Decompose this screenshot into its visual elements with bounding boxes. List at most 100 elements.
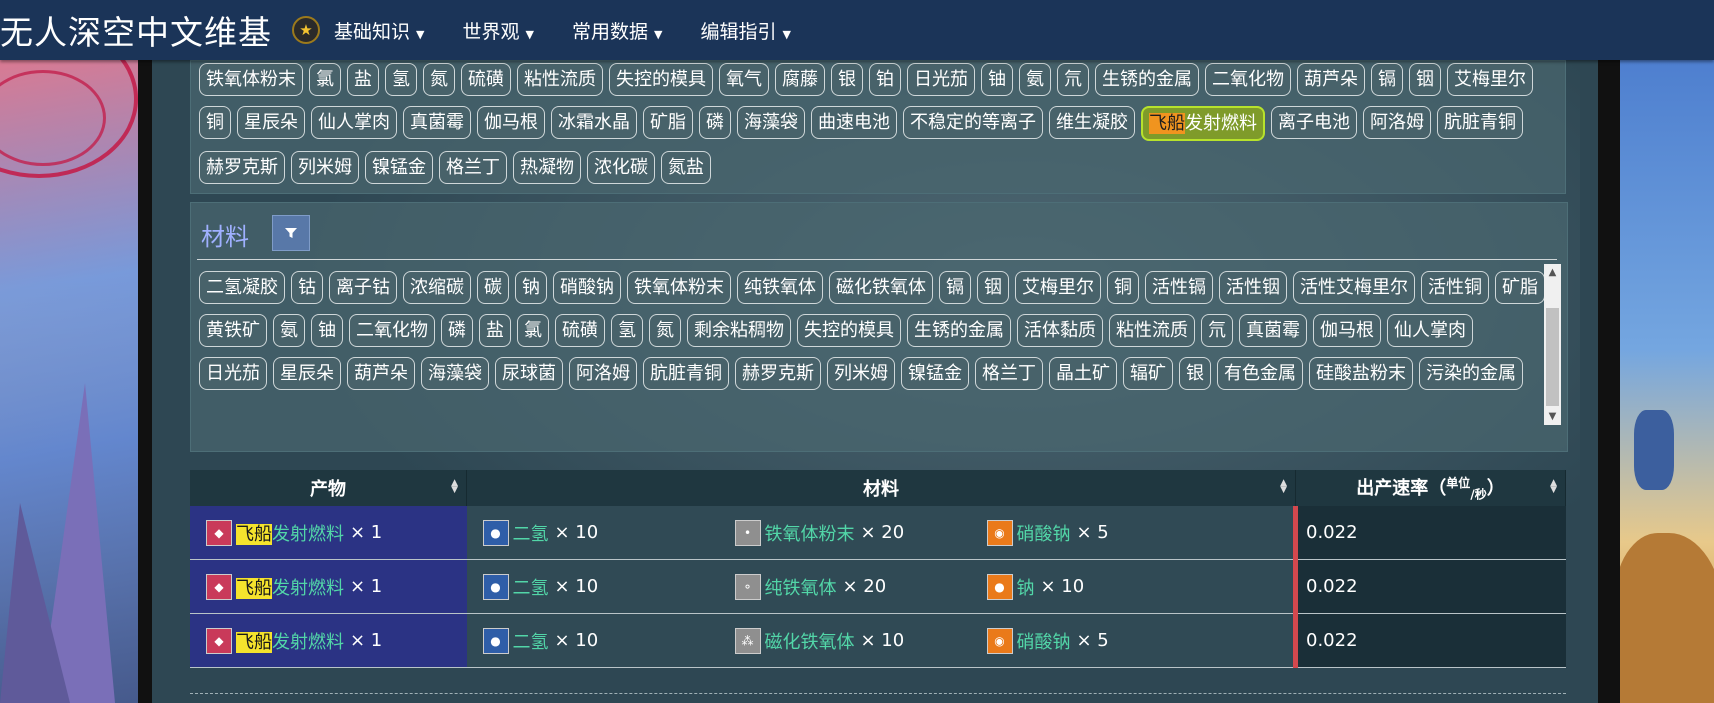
filter-tag[interactable]: 磷	[699, 106, 731, 139]
filter-tag[interactable]: 二氧化物	[349, 314, 435, 347]
filter-tag[interactable]: 格兰丁	[439, 151, 507, 184]
filter-tag[interactable]: 硫磺	[555, 314, 605, 347]
filter-tag[interactable]: 星辰朵	[273, 357, 341, 390]
material-item[interactable]: ⁂ 磁化铁氧体 × 10	[734, 627, 987, 654]
filter-tag[interactable]: 纯铁氧体	[737, 271, 823, 304]
site-title[interactable]: 无人深空中文维基	[0, 6, 272, 54]
filter-tag[interactable]: 氨	[1019, 63, 1051, 96]
filter-tag[interactable]: 仙人掌肉	[311, 106, 397, 139]
filter-tag[interactable]: 维生凝胶	[1049, 106, 1135, 139]
filter-tag[interactable]: 腐藤	[775, 63, 825, 96]
filter-tag[interactable]: 日光茄	[907, 63, 975, 96]
filter-tag[interactable]: 活性铜	[1421, 271, 1489, 304]
filter-tag[interactable]: 二氢凝胶	[199, 271, 285, 304]
filter-tag[interactable]: 艾梅里尔	[1447, 63, 1533, 96]
filter-tag[interactable]: 氮	[649, 314, 681, 347]
filter-tag[interactable]: 镉	[939, 271, 971, 304]
filter-tag[interactable]: 氨	[273, 314, 305, 347]
filter-tag[interactable]: 赫罗克斯	[735, 357, 821, 390]
filter-tag[interactable]: 赫罗克斯	[199, 151, 285, 184]
filter-tag[interactable]: 活体黏质	[1017, 314, 1103, 347]
filter-tag[interactable]: 艾梅里尔	[1015, 271, 1101, 304]
filter-tag[interactable]: 浓缩碳	[403, 271, 471, 304]
filter-tag[interactable]: 硝酸钠	[553, 271, 621, 304]
filter-tag[interactable]: 伽马根	[1313, 314, 1381, 347]
material-link[interactable]: 硝酸钠	[1017, 520, 1071, 546]
filter-tag[interactable]: 海藻袋	[421, 357, 489, 390]
filter-tag[interactable]: 铜	[1107, 271, 1139, 304]
product-item[interactable]: ◆ 飞船发射燃料 × 1	[206, 519, 382, 546]
filter-tag[interactable]: 肮脏青铜	[1437, 106, 1523, 139]
filter-tag[interactable]: 铜	[199, 106, 231, 139]
nav-worldview[interactable]: 世界观 ▼	[462, 17, 533, 44]
filter-tag[interactable]: 矿脂	[643, 106, 693, 139]
filter-tag[interactable]: 浓化碳	[587, 151, 655, 184]
filter-tag[interactable]: 阿洛姆	[569, 357, 637, 390]
filter-tag[interactable]: 活性艾梅里尔	[1293, 271, 1415, 304]
material-item[interactable]: ◉ 硝酸钠 × 5	[986, 519, 1217, 546]
filter-tag[interactable]: 离子钴	[329, 271, 397, 304]
filter-tag[interactable]: 氢	[611, 314, 643, 347]
filter-tag[interactable]: 剩余粘稠物	[687, 314, 791, 347]
material-link[interactable]: 铁氧体粉末	[765, 520, 855, 546]
filter-tag[interactable]: 离子电池	[1271, 106, 1357, 139]
filter-tag[interactable]: 海藻袋	[737, 106, 805, 139]
filter-tag[interactable]: 磁化铁氧体	[829, 271, 933, 304]
filter-tag[interactable]: 氘	[1057, 63, 1089, 96]
filter-tag[interactable]: 生锈的金属	[907, 314, 1011, 347]
filter-tag[interactable]: 黄铁矿	[199, 314, 267, 347]
filter-tag[interactable]: 不稳定的等离子	[903, 106, 1043, 139]
filter-tag[interactable]: 冰霜水晶	[551, 106, 637, 139]
filter-tag[interactable]: 镉	[1371, 63, 1403, 96]
material-link[interactable]: 二氢	[513, 574, 549, 600]
filter-tag-selected[interactable]: 飞船发射燃料	[1141, 106, 1265, 141]
material-item[interactable]: ● 二氢 × 10	[482, 627, 735, 654]
material-item[interactable]: • 铁氧体粉末 × 20	[734, 519, 987, 546]
sort-icon[interactable]: ▲ ▼	[451, 479, 458, 495]
materials-scrollbar[interactable]: ▲ ▼	[1544, 264, 1561, 425]
sort-icon[interactable]: ▲ ▼	[1550, 479, 1557, 495]
material-link[interactable]: 磁化铁氧体	[765, 628, 855, 654]
filter-tag[interactable]: 矿脂	[1495, 271, 1545, 304]
material-link[interactable]: 纯铁氧体	[765, 574, 837, 600]
nav-common-data[interactable]: 常用数据 ▼	[572, 17, 662, 44]
filter-tag[interactable]: 镍锰金	[365, 151, 433, 184]
product-item[interactable]: ◆ 飞船发射燃料 × 1	[206, 627, 382, 654]
filter-tag[interactable]: 铀	[981, 63, 1013, 96]
filter-tag[interactable]: 有色金属	[1217, 357, 1303, 390]
material-item[interactable]: ● 二氢 × 10	[482, 573, 735, 600]
filter-tag[interactable]: 铀	[311, 314, 343, 347]
filter-tag[interactable]: 氯	[517, 314, 549, 347]
header-product[interactable]: 产物 ▲ ▼	[190, 470, 467, 506]
filter-tag[interactable]: 磷	[441, 314, 473, 347]
filter-tag[interactable]: 葫芦朵	[1297, 63, 1365, 96]
product-link[interactable]: 飞船发射燃料	[236, 520, 344, 546]
filter-tag[interactable]: 生锈的金属	[1095, 63, 1199, 96]
filter-tag[interactable]: 曲速电池	[811, 106, 897, 139]
scroll-thumb[interactable]	[1546, 308, 1559, 406]
filter-tag[interactable]: 氮盐	[661, 151, 711, 184]
material-item[interactable]: ● 钠 × 10	[986, 573, 1217, 600]
filter-tag[interactable]: 辐矿	[1123, 357, 1173, 390]
filter-tag[interactable]: 粘性流质	[1109, 314, 1195, 347]
header-materials[interactable]: 材料 ▲ ▼	[466, 470, 1296, 506]
filter-tag[interactable]: 格兰丁	[975, 357, 1043, 390]
filter-tag[interactable]: 真菌霉	[1239, 314, 1307, 347]
filter-tag[interactable]: 铁氧体粉末	[199, 63, 303, 96]
filter-tag[interactable]: 硅酸盐粉末	[1309, 357, 1413, 390]
material-link[interactable]: 二氢	[513, 628, 549, 654]
filter-tag[interactable]: 碳	[477, 271, 509, 304]
material-link[interactable]: 硝酸钠	[1017, 628, 1071, 654]
filter-tag[interactable]: 热凝物	[513, 151, 581, 184]
filter-tag[interactable]: 真菌霉	[403, 106, 471, 139]
nav-basics[interactable]: 基础知识 ▼	[334, 17, 424, 44]
filter-tag[interactable]: 阿洛姆	[1363, 106, 1431, 139]
material-item[interactable]: ◉ 硝酸钠 × 5	[986, 627, 1217, 654]
filter-tag[interactable]: 活性镉	[1145, 271, 1213, 304]
filter-tag[interactable]: 失控的模具	[797, 314, 901, 347]
filter-tag[interactable]: 钴	[291, 271, 323, 304]
filter-tag[interactable]: 硫磺	[461, 63, 511, 96]
filter-button[interactable]	[272, 215, 310, 251]
filter-tag[interactable]: 铁氧体粉末	[627, 271, 731, 304]
sort-icon[interactable]: ▲ ▼	[1280, 479, 1287, 495]
